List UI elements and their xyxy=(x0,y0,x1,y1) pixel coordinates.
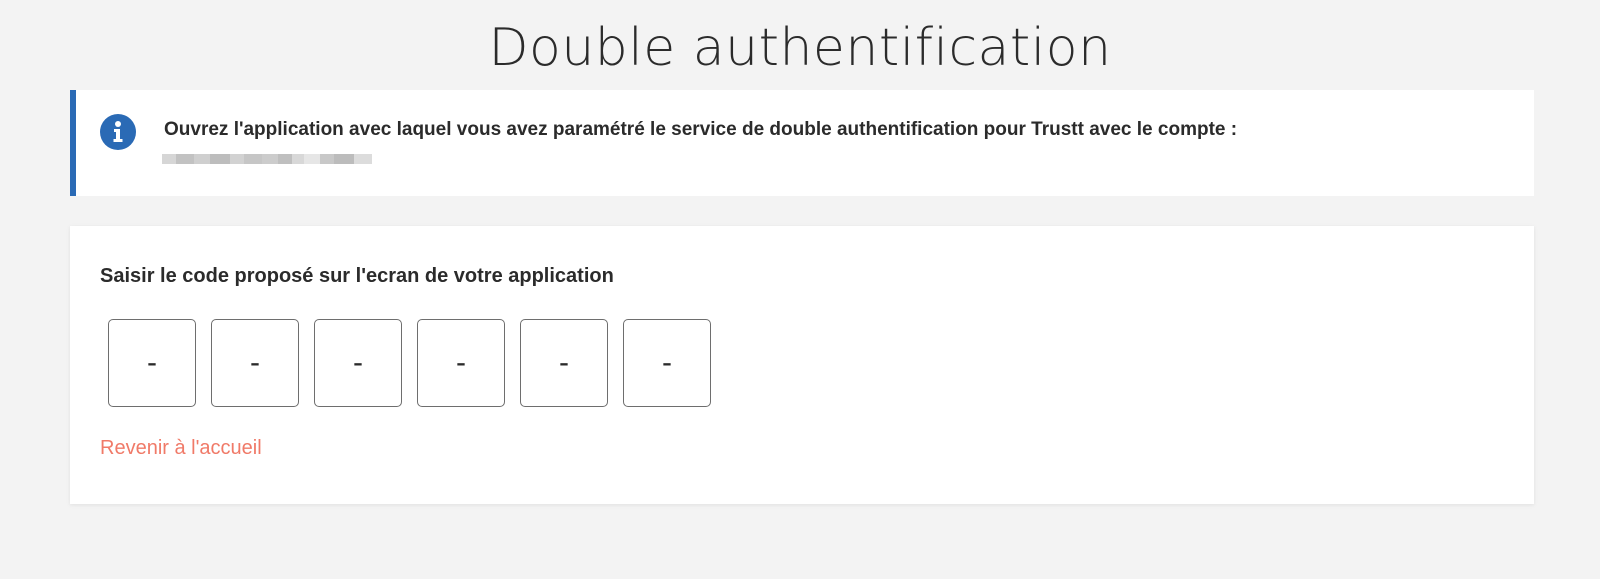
code-digit-5[interactable] xyxy=(520,319,608,407)
code-digit-3[interactable] xyxy=(314,319,402,407)
redacted-account xyxy=(162,154,372,164)
code-digit-2[interactable] xyxy=(211,319,299,407)
code-entry-label: Saisir le code proposé sur l'ecran de vo… xyxy=(100,265,614,287)
code-digit-1[interactable] xyxy=(108,319,196,407)
page-title: Double authentification xyxy=(488,18,1112,78)
info-icon xyxy=(100,114,136,150)
code-entry-card: Saisir le code proposé sur l'ecran de vo… xyxy=(70,226,1534,504)
info-message: Ouvrez l'application avec laquel vous av… xyxy=(164,119,1238,140)
back-to-home-link[interactable]: Revenir à l'accueil xyxy=(100,437,262,460)
code-input-group xyxy=(108,319,711,407)
code-digit-6[interactable] xyxy=(623,319,711,407)
code-digit-4[interactable] xyxy=(417,319,505,407)
info-banner: Ouvrez l'application avec laquel vous av… xyxy=(70,90,1534,196)
